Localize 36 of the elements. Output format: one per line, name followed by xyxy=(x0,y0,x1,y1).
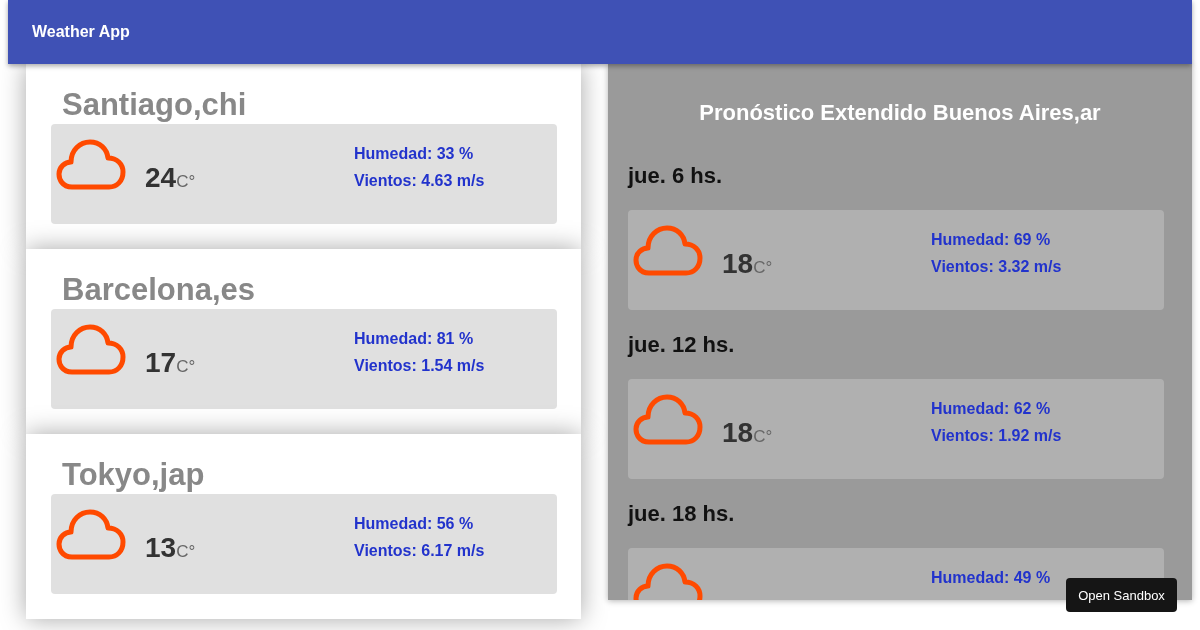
humidity-text: Humedad: 81 % xyxy=(354,330,475,348)
cloud-icon xyxy=(56,324,126,376)
cloud-icon xyxy=(56,509,126,561)
wind-text: Vientos: 6.17 m/s xyxy=(354,542,486,560)
forecast-time: jue. 18 hs. xyxy=(628,500,736,528)
city-name: Barcelona,es xyxy=(62,271,256,309)
temperature-unit: C° xyxy=(753,427,773,447)
app-title: Weather App xyxy=(32,23,130,41)
cloud-icon xyxy=(633,225,703,277)
open-sandbox-button[interactable]: Open Sandbox xyxy=(1066,578,1177,612)
forecast-title: Pronóstico Extendido Buenos Aires,ar xyxy=(698,99,1102,127)
cloud-icon xyxy=(633,563,703,600)
wind-text: Vientos: 1.54 m/s xyxy=(354,357,486,375)
temperature-unit: C° xyxy=(753,258,773,278)
humidity-text: Humedad: 56 % xyxy=(354,515,475,533)
temperature: 13 xyxy=(145,532,177,564)
humidity-text: Humedad: 33 % xyxy=(354,145,475,163)
humidity-text: Humedad: 62 % xyxy=(931,400,1052,418)
temperature: 18 xyxy=(722,248,754,280)
wind-text: Vientos: 1.92 m/s xyxy=(931,427,1063,445)
humidity-text: Humedad: 49 % xyxy=(931,569,1052,587)
temperature: 17 xyxy=(145,347,177,379)
wind-text: Vientos: 3.32 m/s xyxy=(931,258,1063,276)
temperature-unit: C° xyxy=(176,172,196,192)
forecast-time: jue. 6 hs. xyxy=(628,162,724,190)
cloud-icon xyxy=(56,139,126,191)
city-name: Santiago,chi xyxy=(62,86,248,124)
temperature-unit: C° xyxy=(176,542,196,562)
city-name: Tokyo,jap xyxy=(62,456,206,494)
wind-text: Vientos: 4.63 m/s xyxy=(354,172,486,190)
humidity-text: Humedad: 69 % xyxy=(931,231,1052,249)
cloud-icon xyxy=(633,394,703,446)
temperature: 24 xyxy=(145,162,177,194)
forecast-time: jue. 12 hs. xyxy=(628,331,736,359)
temperature: 18 xyxy=(722,417,754,449)
temperature-unit: C° xyxy=(176,357,196,377)
